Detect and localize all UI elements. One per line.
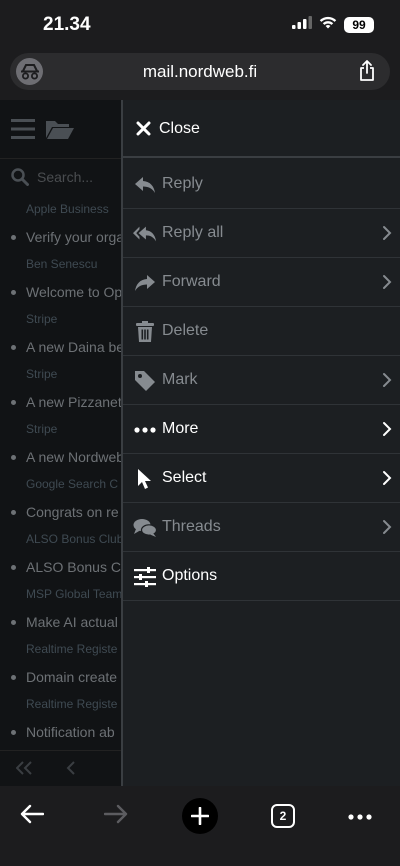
status-time: 21.34 <box>43 14 91 35</box>
mail-subject: A new Daina be <box>0 333 122 361</box>
menu-item-label: More <box>162 420 199 437</box>
search-icon <box>11 168 29 191</box>
mail-subject: A new Nordweb <box>0 443 122 471</box>
mail-sender: Apple Business <box>26 202 109 216</box>
menu-item-label: Mark <box>162 371 198 388</box>
menu-item-label: Threads <box>162 518 221 535</box>
forward-icon <box>133 271 157 295</box>
chevron-right-icon <box>382 519 392 540</box>
trash-icon <box>133 320 157 344</box>
threads-icon <box>133 516 157 540</box>
app-toolbar <box>0 100 122 158</box>
cursor-icon <box>133 467 157 491</box>
hamburger-menu-icon[interactable] <box>11 118 35 145</box>
menu-item-delete[interactable]: Delete <box>123 307 400 356</box>
mail-subject: A new Pizzanet <box>0 388 122 416</box>
menu-item-more[interactable]: More <box>123 405 400 454</box>
first-page-icon[interactable] <box>15 761 32 780</box>
tab-count: 2 <box>271 804 295 828</box>
chevron-right-icon <box>382 421 392 442</box>
mail-sender: Realtime Registe <box>26 697 118 711</box>
list-item[interactable]: Stripe A new Nordweb <box>0 416 122 471</box>
mail-subject: Make AI actual <box>0 608 122 636</box>
close-button[interactable]: Close <box>123 100 400 158</box>
browser-toolbar: 2 <box>0 786 400 866</box>
menu-item-select[interactable]: Select <box>123 454 400 503</box>
search-input[interactable]: Search... <box>37 169 93 185</box>
battery-indicator: 99 <box>344 17 374 33</box>
mail-sender: ALSO Bonus Club <box>26 532 122 546</box>
pagination-bar <box>0 750 122 786</box>
mail-sender: Realtime Registe <box>26 642 118 656</box>
menu-item-forward[interactable]: Forward <box>123 258 400 307</box>
mail-list: Apple Business Verify your orga Ben Senes… <box>0 196 122 746</box>
mail-sender: MSP Global Team <box>26 587 122 601</box>
arrow-right-icon <box>103 804 128 829</box>
mail-subject: Congrats on re <box>0 498 122 526</box>
plus-icon <box>182 798 218 834</box>
menu-item-threads[interactable]: Threads <box>123 503 400 552</box>
new-tab-button[interactable] <box>178 794 222 838</box>
list-item[interactable]: Stripe A new Pizzanet <box>0 361 122 416</box>
list-item[interactable]: Stripe A new Daina be <box>0 306 122 361</box>
chevron-right-icon <box>382 372 392 393</box>
list-item[interactable]: Realtime Registe Notification ab <box>0 691 122 746</box>
chevron-right-icon <box>382 274 392 295</box>
reply-icon <box>133 173 157 197</box>
mail-subject: Welcome to Op <box>0 278 122 306</box>
tabs-button[interactable]: 2 <box>261 794 305 838</box>
wifi-icon <box>319 16 337 34</box>
menu-item-label: Forward <box>162 273 221 290</box>
list-item[interactable]: Realtime Registe Domain create <box>0 636 122 691</box>
status-indicators: 99 <box>292 16 374 34</box>
more-dots-icon <box>348 807 372 825</box>
mail-subject: Verify your orga <box>0 223 122 251</box>
mail-search[interactable]: Search... <box>0 158 122 196</box>
mail-sender: Google Search C <box>26 477 119 491</box>
browser-address-bar: mail.nordweb.fi <box>0 50 400 100</box>
list-item[interactable]: Ben Senescu Welcome to Op <box>0 251 122 306</box>
mail-sender: Stripe <box>26 422 58 436</box>
menu-item-options[interactable]: Options <box>123 552 400 601</box>
mail-subject: Domain create <box>0 663 122 691</box>
arrow-left-icon <box>20 804 45 829</box>
list-item[interactable]: ALSO Bonus Club ALSO Bonus Cl <box>0 526 122 581</box>
back-button[interactable] <box>10 794 54 838</box>
menu-item-label: Select <box>162 469 207 486</box>
tag-icon <box>133 369 157 393</box>
menu-item-label: Reply <box>162 175 203 192</box>
chevron-right-icon <box>382 225 392 246</box>
list-item[interactable]: MSP Global Team Make AI actual <box>0 581 122 636</box>
more-dots-icon <box>133 418 157 442</box>
mail-sender: Ben Senescu <box>26 257 98 271</box>
menu-item-label: Delete <box>162 322 209 339</box>
menu-item-label: Reply all <box>162 224 224 241</box>
signal-icon <box>292 16 312 34</box>
share-icon[interactable] <box>358 60 376 87</box>
reply-all-icon <box>133 222 157 246</box>
mail-sender: Stripe <box>26 367 58 381</box>
close-icon <box>136 121 151 141</box>
status-bar: 21.34 99 <box>0 0 400 50</box>
menu-item-label: Options <box>162 567 218 584</box>
folder-icon[interactable] <box>45 118 75 145</box>
menu-item-reply[interactable]: Reply <box>123 160 400 209</box>
menu-item-reply-all[interactable]: Reply all <box>123 209 400 258</box>
list-item[interactable]: Google Search C Congrats on re <box>0 471 122 526</box>
sliders-icon <box>133 565 157 589</box>
message-actions-menu: Close Reply Reply all Forward Delete Mar… <box>121 100 400 786</box>
list-item[interactable]: Apple Business Verify your orga <box>0 196 122 251</box>
forward-button[interactable] <box>94 794 138 838</box>
mail-subject: Notification ab <box>0 718 122 746</box>
url-field[interactable]: mail.nordweb.fi <box>10 53 390 90</box>
mail-subject: ALSO Bonus Cl <box>0 553 122 581</box>
mail-sender: Stripe <box>26 312 58 326</box>
menu-item-mark[interactable]: Mark <box>123 356 400 405</box>
chevron-right-icon <box>382 470 392 491</box>
close-label: Close <box>159 120 200 137</box>
prev-page-icon[interactable] <box>66 761 76 780</box>
more-options-button[interactable] <box>338 794 382 838</box>
url-text: mail.nordweb.fi <box>142 62 258 81</box>
